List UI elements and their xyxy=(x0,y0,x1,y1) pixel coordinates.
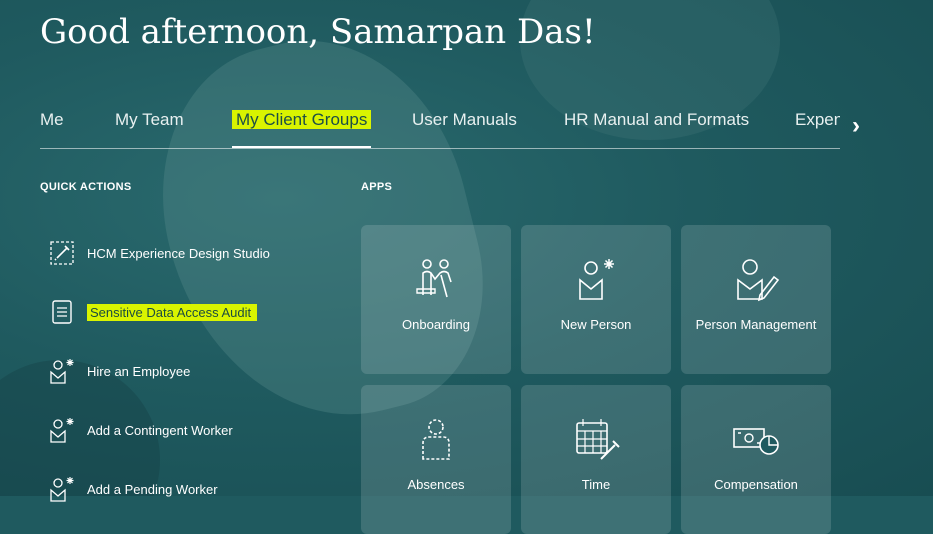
quick-action-label: Sensitive Data Access Audit xyxy=(87,304,258,321)
greeting-heading: Good afternoon, Samarpan Das! xyxy=(40,12,596,52)
compensation-icon xyxy=(733,428,779,455)
quick-action-label: Add a Pending Worker xyxy=(87,482,218,497)
person-add-icon xyxy=(50,359,74,384)
app-tile-label: Person Management xyxy=(695,317,817,332)
onboarding-icon xyxy=(416,259,452,298)
design-studio-icon xyxy=(50,241,74,265)
tab-my-client-groups[interactable]: My Client Groups xyxy=(232,110,372,148)
navigation-tabs: Me My Team My Client Groups User Manuals… xyxy=(40,108,840,149)
app-tile-label: Compensation xyxy=(714,477,798,492)
time-icon xyxy=(576,419,620,460)
tab-user-manuals[interactable]: User Manuals xyxy=(412,110,517,130)
tab-expenses[interactable]: Expen xyxy=(795,110,840,130)
quick-action-sensitive-data-access-audit[interactable]: Sensitive Data Access Audit xyxy=(48,298,338,328)
person-add-icon xyxy=(50,477,74,502)
tab-hr-manual-and-formats[interactable]: HR Manual and Formats xyxy=(564,110,749,130)
document-list-icon xyxy=(52,300,72,324)
quick-action-label: Hire an Employee xyxy=(87,364,191,379)
quick-action-hire-an-employee[interactable]: Hire an Employee xyxy=(48,357,338,387)
apps-title: APPS xyxy=(361,181,393,193)
app-tile-onboarding[interactable]: Onboarding xyxy=(361,225,511,374)
app-tile-compensation[interactable]: Compensation xyxy=(681,385,831,534)
absences-icon xyxy=(422,419,450,460)
tab-my-client-groups-label: My Client Groups xyxy=(232,110,372,129)
tab-my-team[interactable]: My Team xyxy=(115,110,184,130)
quick-action-add-a-pending-worker[interactable]: Add a Pending Worker xyxy=(48,475,338,505)
quick-action-add-a-contingent-worker[interactable]: Add a Contingent Worker xyxy=(48,416,338,446)
quick-action-label: Add a Contingent Worker xyxy=(87,423,233,438)
app-tile-absences[interactable]: Absences xyxy=(361,385,511,534)
app-tile-label: New Person xyxy=(560,317,632,332)
app-tile-label: Absences xyxy=(407,477,465,492)
chevron-right-icon[interactable]: › xyxy=(852,114,860,138)
app-tile-label: Time xyxy=(581,477,611,492)
tab-me[interactable]: Me xyxy=(40,110,64,130)
app-tile-time[interactable]: Time xyxy=(521,385,671,534)
person-add-icon xyxy=(50,418,74,443)
app-tile-label: Onboarding xyxy=(402,317,470,332)
quick-action-hcm-experience-design-studio[interactable]: HCM Experience Design Studio xyxy=(48,239,338,269)
app-tile-new-person[interactable]: New Person xyxy=(521,225,671,374)
person-management-icon xyxy=(737,259,780,302)
quick-action-label: HCM Experience Design Studio xyxy=(87,246,270,261)
app-tile-person-management[interactable]: Person Management xyxy=(681,225,831,374)
new-person-icon xyxy=(579,259,614,300)
quick-actions-title: QUICK ACTIONS xyxy=(40,181,132,193)
